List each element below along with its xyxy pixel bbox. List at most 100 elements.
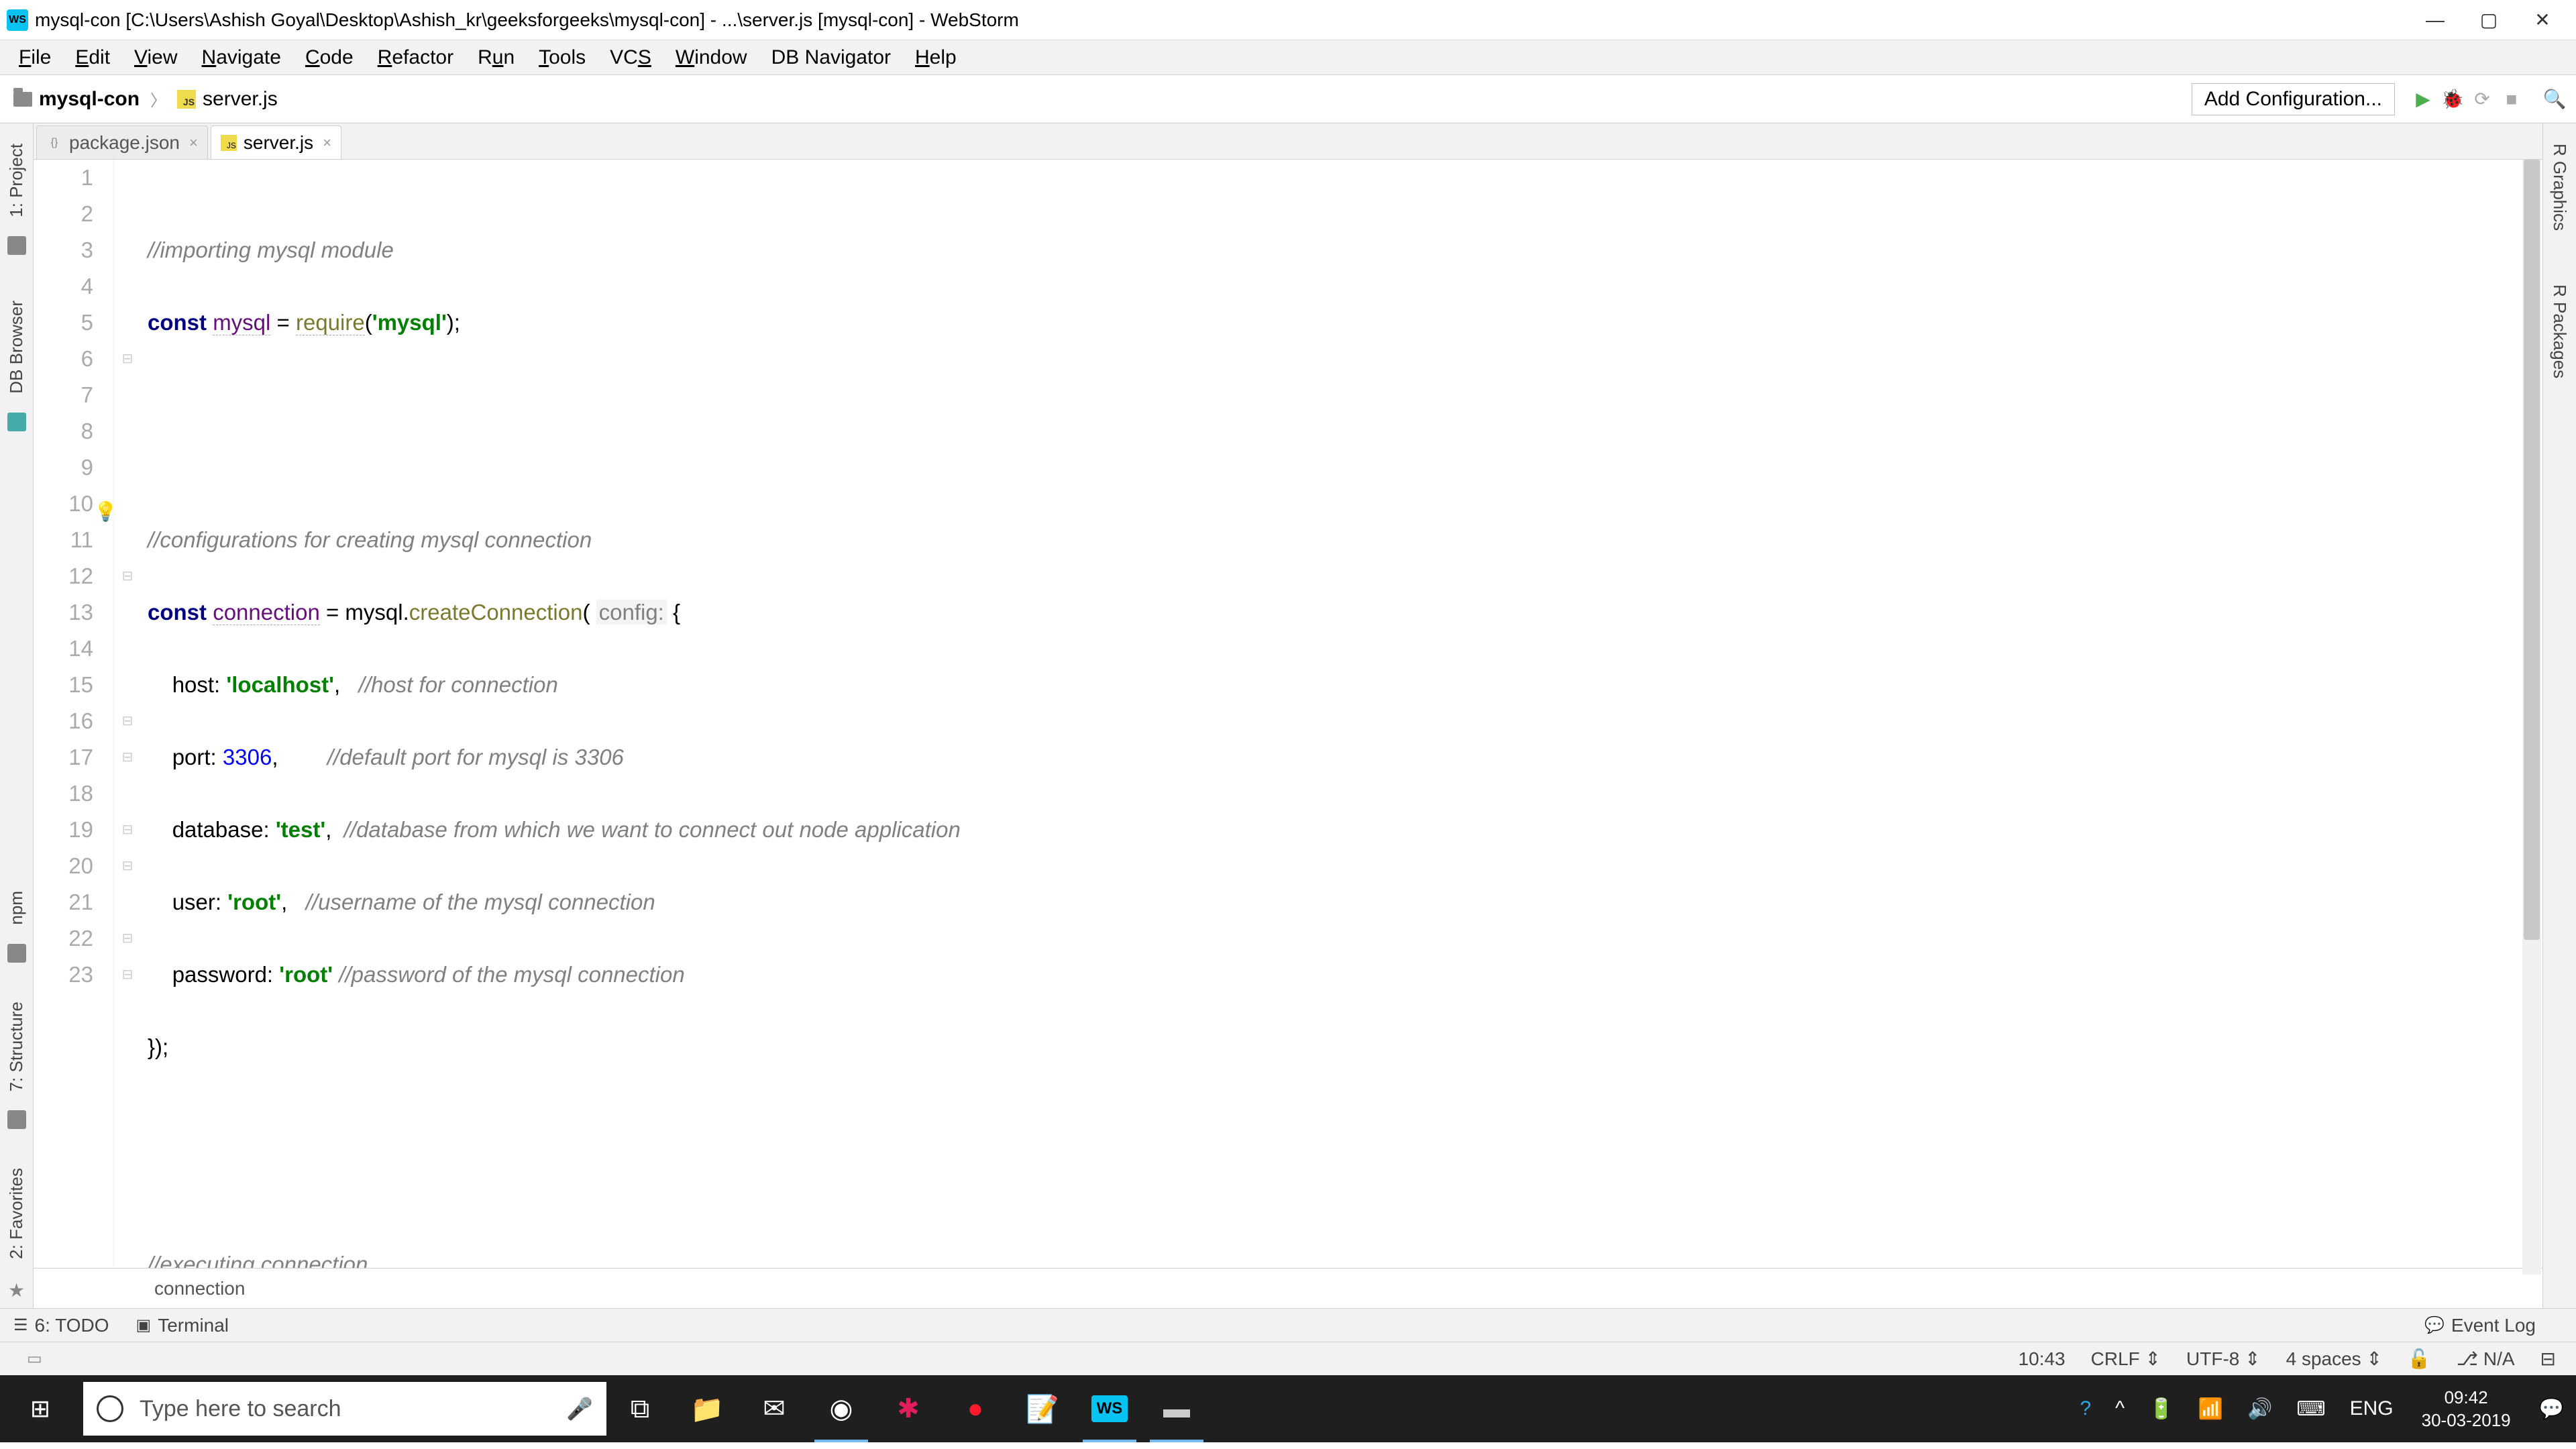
- tool-project-icon: [7, 236, 26, 255]
- list-icon: ☰: [13, 1316, 28, 1335]
- tool-rgraphics[interactable]: R Graphics: [2549, 130, 2570, 244]
- fold-marker[interactable]: ⊟: [114, 920, 141, 957]
- fold-gutter: ⊟ ⊟ ⊟ ⊟ ⊟ ⊟ ⊟ ⊟: [114, 160, 141, 1268]
- scrollbar-thumb[interactable]: [2524, 160, 2540, 940]
- task-view-icon[interactable]: ⧉: [606, 1375, 674, 1442]
- menu-file[interactable]: File: [7, 44, 63, 72]
- window-titlebar: WS mysql-con [C:\Users\Ashish Goyal\Desk…: [0, 0, 2576, 40]
- fold-marker[interactable]: ⊟: [114, 739, 141, 775]
- code-content[interactable]: //importing mysql module const mysql = r…: [141, 160, 2542, 1268]
- status-hint-icon[interactable]: ▭: [27, 1349, 42, 1368]
- microphone-icon[interactable]: 🎤: [566, 1396, 593, 1421]
- opera-icon[interactable]: ●: [942, 1375, 1009, 1442]
- structure-breadcrumb: connection: [34, 1268, 2542, 1308]
- status-readonly-icon[interactable]: 🔓: [2408, 1348, 2431, 1370]
- maximize-button[interactable]: ▢: [2462, 9, 2516, 31]
- tool-structure[interactable]: 7: Structure: [6, 988, 27, 1105]
- tab-close-icon[interactable]: ×: [189, 134, 198, 152]
- cortana-icon: [97, 1395, 123, 1422]
- mail-icon[interactable]: ✉: [741, 1375, 808, 1442]
- js-file-icon: JS: [221, 135, 237, 151]
- add-configuration-button[interactable]: Add Configuration...: [2192, 83, 2395, 115]
- taskbar-clock[interactable]: 09:42 30-03-2019: [2406, 1386, 2527, 1432]
- menu-dbnavigator[interactable]: DB Navigator: [759, 44, 903, 72]
- tab-server-js[interactable]: JS server.js ×: [211, 125, 341, 159]
- status-memory-icon[interactable]: ⊟: [2540, 1348, 2556, 1370]
- status-bar: ▭ 10:43 CRLF ⇕ UTF-8 ⇕ 4 spaces ⇕ 🔓 ⎇ N/…: [0, 1342, 2576, 1375]
- status-encoding[interactable]: UTF-8 ⇕: [2186, 1348, 2261, 1370]
- start-button[interactable]: ⊞: [0, 1375, 80, 1442]
- left-tool-stripe: 1: Project DB Browser npm 7: Structure 2…: [0, 123, 34, 1308]
- webstorm-taskbar-icon[interactable]: WS: [1076, 1375, 1143, 1442]
- coverage-icon[interactable]: ⟳: [2467, 85, 2497, 114]
- tab-package-json[interactable]: {} package.json ×: [36, 125, 208, 159]
- keyboard-icon[interactable]: ⌨: [2284, 1397, 2337, 1421]
- tool-dbbrowser[interactable]: DB Browser: [6, 287, 27, 407]
- fold-marker[interactable]: ⊟: [114, 848, 141, 884]
- json-file-icon: {}: [46, 135, 62, 151]
- tool-todo[interactable]: ☰6: TODO: [13, 1315, 109, 1336]
- fold-marker[interactable]: ⊟: [114, 957, 141, 993]
- notepad-icon[interactable]: 📝: [1009, 1375, 1076, 1442]
- tool-rpackages[interactable]: R Packages: [2549, 271, 2570, 392]
- close-button[interactable]: ✕: [2516, 9, 2569, 31]
- debug-icon[interactable]: 🐞: [2438, 85, 2467, 114]
- tool-eventlog[interactable]: 💬Event Log: [2424, 1315, 2536, 1336]
- tool-favorites[interactable]: 2: Favorites: [6, 1155, 27, 1273]
- fold-marker[interactable]: ⊟: [114, 703, 141, 739]
- menu-view[interactable]: View: [122, 44, 189, 72]
- cmd-icon[interactable]: ▬: [1143, 1375, 1210, 1442]
- action-center-icon[interactable]: 💬: [2527, 1397, 2576, 1421]
- system-tray: ? ^ 🔋 📶 🔊 ⌨ ENG 09:42 30-03-2019 💬: [2068, 1375, 2576, 1442]
- tool-npm[interactable]: npm: [6, 877, 27, 938]
- editor-scrollbar[interactable]: [2522, 160, 2541, 1275]
- language-indicator[interactable]: ENG: [2338, 1397, 2406, 1420]
- volume-icon[interactable]: 🔊: [2235, 1397, 2284, 1421]
- breadcrumb-project-label: mysql-con: [39, 88, 140, 111]
- chrome-icon[interactable]: ◉: [808, 1375, 875, 1442]
- structure-breadcrumb-item[interactable]: connection: [154, 1278, 245, 1299]
- status-caret-position[interactable]: 10:43: [2019, 1348, 2065, 1370]
- file-explorer-icon[interactable]: 📁: [674, 1375, 741, 1442]
- status-indent[interactable]: 4 spaces ⇕: [2286, 1348, 2382, 1370]
- tool-npm-icon: [7, 944, 26, 963]
- tab-label: server.js: [244, 132, 313, 154]
- tab-close-icon[interactable]: ×: [323, 134, 331, 152]
- menu-edit[interactable]: Edit: [63, 44, 122, 72]
- menu-run[interactable]: Run: [466, 44, 527, 72]
- menu-window[interactable]: Window: [663, 44, 759, 72]
- menu-help[interactable]: Help: [903, 44, 969, 72]
- status-git-branch[interactable]: ⎇ N/A: [2457, 1348, 2515, 1370]
- menu-vcs[interactable]: VCS: [598, 44, 663, 72]
- tool-terminal[interactable]: ▣Terminal: [136, 1315, 229, 1336]
- breadcrumb-file[interactable]: JS server.js: [170, 85, 284, 113]
- help-tray-icon[interactable]: ?: [2068, 1397, 2103, 1420]
- menu-tools[interactable]: Tools: [527, 44, 598, 72]
- window-title: mysql-con [C:\Users\Ashish Goyal\Desktop…: [35, 9, 2408, 31]
- intention-bulb-icon[interactable]: 💡: [94, 494, 117, 530]
- run-icon[interactable]: ▶: [2408, 85, 2438, 114]
- fold-marker[interactable]: ⊟: [114, 341, 141, 377]
- tool-project[interactable]: 1: Project: [6, 130, 27, 231]
- wifi-icon[interactable]: 📶: [2186, 1397, 2235, 1421]
- tab-label: package.json: [69, 132, 180, 154]
- taskbar-search[interactable]: Type here to search 🎤: [83, 1382, 606, 1436]
- search-everywhere-icon[interactable]: 🔍: [2540, 85, 2569, 114]
- breadcrumb-project[interactable]: mysql-con: [7, 85, 146, 113]
- menu-code[interactable]: Code: [293, 44, 366, 72]
- breadcrumb-file-label: server.js: [203, 88, 278, 111]
- menu-refactor[interactable]: Refactor: [366, 44, 466, 72]
- fold-marker[interactable]: ⊟: [114, 558, 141, 594]
- battery-icon[interactable]: 🔋: [2137, 1397, 2186, 1421]
- status-line-separator[interactable]: CRLF ⇕: [2091, 1348, 2161, 1370]
- breadcrumb-separator: 〉: [146, 87, 170, 111]
- fold-marker[interactable]: ⊟: [114, 812, 141, 848]
- code-editor[interactable]: 1 2 3 4 5 6 7 8 9 10💡 11 12 13 14 15 16 …: [34, 160, 2542, 1268]
- menu-navigate[interactable]: Navigate: [190, 44, 293, 72]
- tray-chevron-icon[interactable]: ^: [2103, 1397, 2137, 1420]
- stop-icon[interactable]: ■: [2497, 85, 2526, 114]
- slack-icon[interactable]: ✱: [875, 1375, 942, 1442]
- minimize-button[interactable]: —: [2408, 9, 2462, 31]
- bottom-tool-stripe: ☰6: TODO ▣Terminal 💬Event Log: [0, 1308, 2576, 1342]
- editor-tabs: {} package.json × JS server.js ×: [34, 123, 2542, 160]
